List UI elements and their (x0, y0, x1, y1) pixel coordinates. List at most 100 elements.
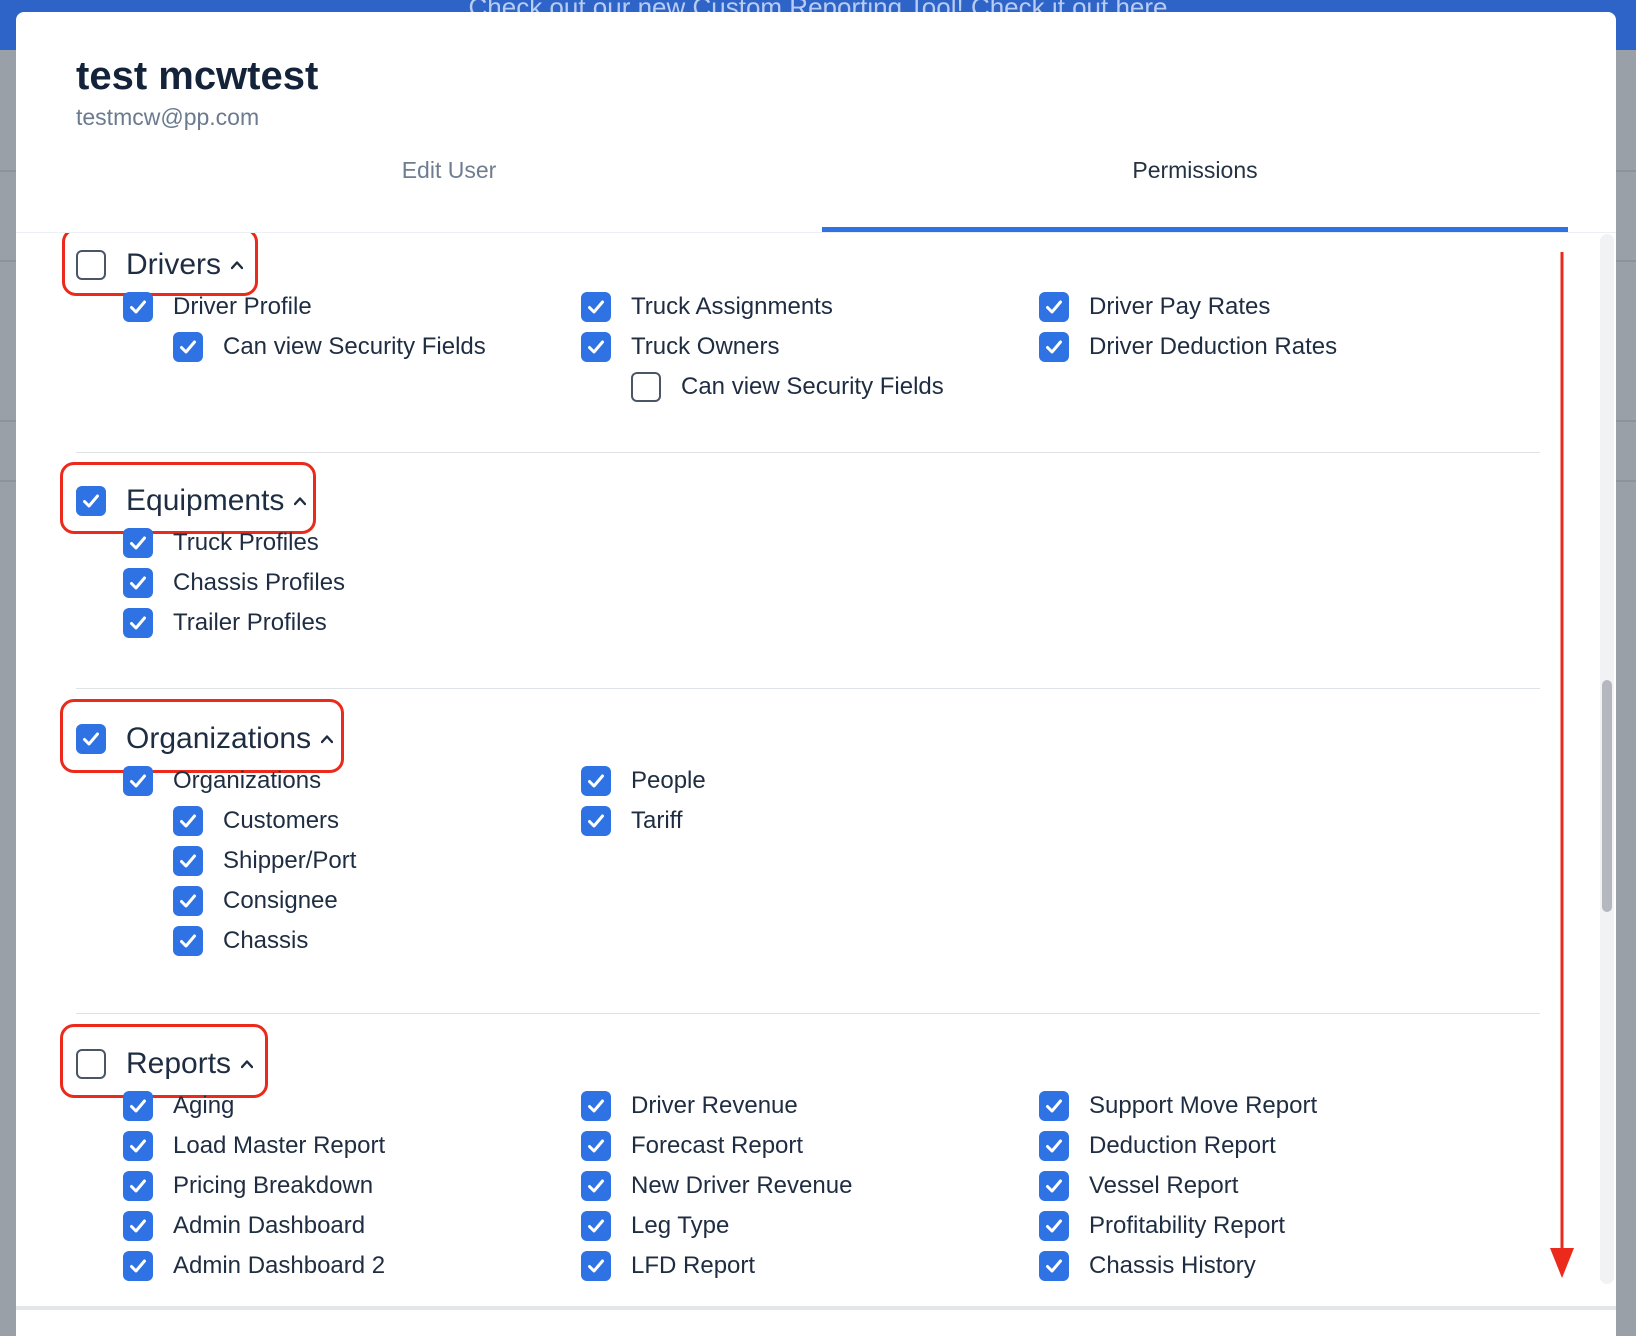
organizations-checkbox[interactable] (76, 724, 106, 754)
checkbox[interactable] (173, 886, 203, 916)
checkbox[interactable] (123, 1251, 153, 1281)
chevron-up-icon[interactable] (321, 733, 334, 745)
checkbox[interactable] (123, 568, 153, 598)
perm-admin-dashboard[interactable]: Admin Dashboard (123, 1208, 365, 1244)
check-icon (130, 576, 146, 590)
perm-trailer-profiles[interactable]: Trailer Profiles (123, 605, 327, 641)
perm-label: Profitability Report (1089, 1212, 1286, 1239)
checkbox[interactable] (631, 372, 661, 402)
checkbox[interactable] (173, 926, 203, 956)
perm-profitability-report[interactable]: Profitability Report (1039, 1208, 1285, 1244)
equipments-checkbox[interactable] (76, 486, 106, 516)
tab-permissions[interactable]: Permissions (822, 148, 1568, 232)
check-icon (130, 1099, 146, 1113)
checkbox[interactable] (123, 766, 153, 796)
perm-consignee[interactable]: Consignee (173, 883, 338, 919)
checkbox[interactable] (581, 806, 611, 836)
checkbox[interactable] (123, 1131, 153, 1161)
checkbox[interactable] (581, 332, 611, 362)
check-icon (180, 894, 196, 908)
check-icon (588, 814, 604, 828)
checkbox[interactable] (123, 1171, 153, 1201)
perm-truck-assignments[interactable]: Truck Assignments (581, 289, 833, 325)
checkbox[interactable] (581, 292, 611, 322)
checkbox[interactable] (123, 1211, 153, 1241)
checkbox[interactable] (1039, 1131, 1069, 1161)
checkbox[interactable] (123, 292, 153, 322)
check-icon (130, 1259, 146, 1273)
perm-new-driver-revenue[interactable]: New Driver Revenue (581, 1168, 852, 1204)
check-icon (1046, 300, 1062, 314)
checkbox[interactable] (581, 1251, 611, 1281)
chevron-up-icon[interactable] (231, 259, 243, 271)
checkbox[interactable] (1039, 1171, 1069, 1201)
perm-load-master-report[interactable]: Load Master Report (123, 1128, 385, 1164)
perm-aging[interactable]: Aging (123, 1088, 234, 1124)
check-icon (588, 774, 604, 788)
perm-driver-pay-rates[interactable]: Driver Pay Rates (1039, 289, 1270, 325)
footer-divider (16, 1306, 1616, 1310)
perm-tariff[interactable]: Tariff (581, 803, 683, 839)
check-icon (1046, 1219, 1062, 1233)
checkbox[interactable] (123, 1091, 153, 1121)
perm-chassis[interactable]: Chassis (173, 923, 308, 959)
checkbox[interactable] (1039, 292, 1069, 322)
checkbox[interactable] (1039, 1091, 1069, 1121)
perm-support-move-report[interactable]: Support Move Report (1039, 1088, 1317, 1124)
organizations-header[interactable]: Organizations (76, 719, 334, 759)
checkbox[interactable] (581, 766, 611, 796)
perm-vessel-report[interactable]: Vessel Report (1039, 1168, 1238, 1204)
checkbox[interactable] (123, 528, 153, 558)
perm-label: Load Master Report (173, 1132, 386, 1159)
perm-organizations[interactable]: Organizations (123, 763, 321, 799)
perm-label: Vessel Report (1089, 1172, 1239, 1199)
perm-lfd-report[interactable]: LFD Report (581, 1248, 755, 1284)
perm-people[interactable]: People (581, 763, 706, 799)
checkbox[interactable] (1039, 1211, 1069, 1241)
checkbox[interactable] (173, 806, 203, 836)
section-divider (76, 1013, 1540, 1014)
perm-truck-profiles[interactable]: Truck Profiles (123, 525, 319, 561)
perm-admin-dashboard-2[interactable]: Admin Dashboard 2 (123, 1248, 385, 1284)
checkbox[interactable] (581, 1131, 611, 1161)
chevron-up-icon[interactable] (294, 495, 307, 507)
check-icon (1046, 340, 1062, 354)
perm-shipper-port[interactable]: Shipper/Port (173, 843, 356, 879)
perm-label: Chassis Profiles (173, 569, 346, 596)
perm-driver-revenue[interactable]: Driver Revenue (581, 1088, 798, 1124)
checkbox[interactable] (581, 1211, 611, 1241)
perm-label: Aging (173, 1092, 235, 1119)
perm-driver-deduction-rates[interactable]: Driver Deduction Rates (1039, 329, 1337, 365)
perm-chassis-profiles[interactable]: Chassis Profiles (123, 565, 345, 601)
perm-label: Forecast Report (631, 1132, 804, 1159)
checkbox[interactable] (1039, 1251, 1069, 1281)
perm-pricing-breakdown[interactable]: Pricing Breakdown (123, 1168, 373, 1204)
checkbox[interactable] (1039, 332, 1069, 362)
perm-truck-owner-security-fields[interactable]: Can view Security Fields (631, 369, 944, 405)
permissions-list[interactable]: Drivers Driver Profile Can view Security… (16, 233, 1616, 1318)
perm-chassis-history[interactable]: Chassis History (1039, 1248, 1256, 1284)
check-icon (1046, 1179, 1062, 1193)
drivers-checkbox[interactable] (76, 250, 106, 280)
reports-header[interactable]: Reports (76, 1044, 254, 1084)
perm-customers[interactable]: Customers (173, 803, 339, 839)
perm-driver-security-fields[interactable]: Can view Security Fields (173, 329, 486, 365)
check-icon (130, 1139, 146, 1153)
perm-leg-type[interactable]: Leg Type (581, 1208, 729, 1244)
perm-driver-profile[interactable]: Driver Profile (123, 289, 312, 325)
drivers-header[interactable]: Drivers (76, 245, 243, 285)
tab-edit-user[interactable]: Edit User (76, 148, 822, 232)
checkbox[interactable] (123, 608, 153, 638)
perm-label: Driver Revenue (631, 1092, 798, 1119)
checkbox[interactable] (581, 1091, 611, 1121)
perm-deduction-report[interactable]: Deduction Report (1039, 1128, 1276, 1164)
equipments-header[interactable]: Equipments (76, 481, 307, 521)
checkbox[interactable] (173, 846, 203, 876)
perm-truck-owners[interactable]: Truck Owners (581, 329, 779, 365)
perm-forecast-report[interactable]: Forecast Report (581, 1128, 803, 1164)
checkbox[interactable] (581, 1171, 611, 1201)
chevron-up-icon[interactable] (241, 1058, 254, 1070)
scrollbar-thumb[interactable] (1602, 680, 1612, 912)
reports-checkbox[interactable] (76, 1049, 106, 1079)
checkbox[interactable] (173, 332, 203, 362)
